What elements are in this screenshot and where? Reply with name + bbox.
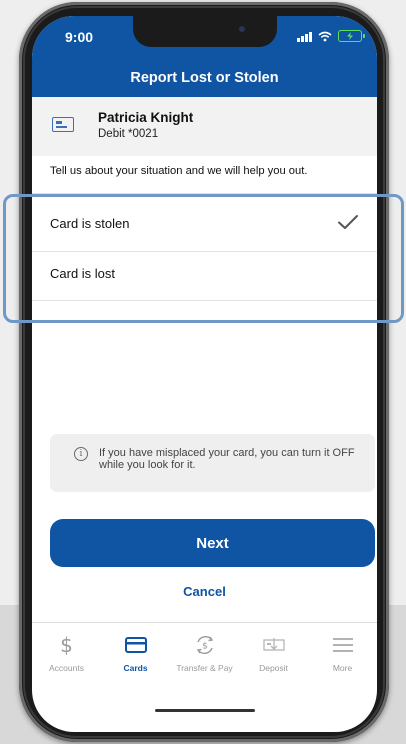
home-indicator	[155, 709, 255, 712]
next-button[interactable]: Next	[50, 519, 375, 567]
status-icons	[297, 28, 365, 44]
signal-icon	[297, 31, 312, 42]
battery-icon	[338, 30, 365, 42]
notch	[133, 16, 277, 47]
tab-accounts[interactable]: $ Accounts	[32, 623, 101, 685]
tab-label: Accounts	[49, 663, 84, 673]
divider	[32, 193, 377, 194]
account-summary: Patricia Knight Debit *0021	[32, 97, 377, 156]
phone-screen: 9:00 Report Lost or Stolen Patricia Knig…	[32, 16, 377, 732]
info-text: If you have misplaced your card, you can…	[99, 447, 355, 471]
deposit-icon	[239, 635, 308, 655]
divider	[32, 300, 377, 301]
tab-label: Deposit	[259, 663, 288, 673]
menu-icon	[308, 635, 377, 655]
tab-label: Transfer & Pay	[176, 663, 233, 673]
tab-cards[interactable]: Cards	[101, 623, 170, 685]
page-title: Report Lost or Stolen	[130, 70, 279, 86]
wifi-icon	[318, 31, 332, 42]
tab-more[interactable]: More	[308, 623, 377, 685]
dollar-icon: $	[60, 633, 73, 657]
checkmark-icon	[337, 213, 359, 236]
tab-label: More	[332, 663, 353, 673]
svg-text:$: $	[202, 642, 208, 652]
tab-deposit[interactable]: Deposit	[239, 623, 308, 685]
debit-card-icon	[52, 117, 74, 132]
option-card-lost[interactable]: Card is lost	[32, 251, 377, 299]
status-time: 9:00	[65, 29, 94, 45]
account-name: Patricia Knight	[98, 110, 194, 125]
card-icon	[101, 635, 170, 655]
intro-text: Tell us about your situation and we will…	[50, 165, 308, 177]
info-box: i If you have misplaced your card, you c…	[50, 434, 375, 492]
tab-label: Cards	[123, 663, 148, 673]
tab-transfer-pay[interactable]: $ Transfer & Pay	[170, 623, 239, 685]
bottom-tab-bar: $ Accounts Cards $ Transfer & Pay Deposi…	[32, 622, 377, 685]
option-label: Card is lost	[50, 266, 116, 281]
account-number: Debit *0021	[98, 128, 159, 140]
info-icon: i	[74, 447, 88, 461]
option-card-stolen[interactable]: Card is stolen	[32, 201, 377, 249]
option-label: Card is stolen	[50, 216, 130, 231]
transfer-icon: $	[170, 635, 239, 655]
cancel-button[interactable]: Cancel	[32, 584, 377, 599]
